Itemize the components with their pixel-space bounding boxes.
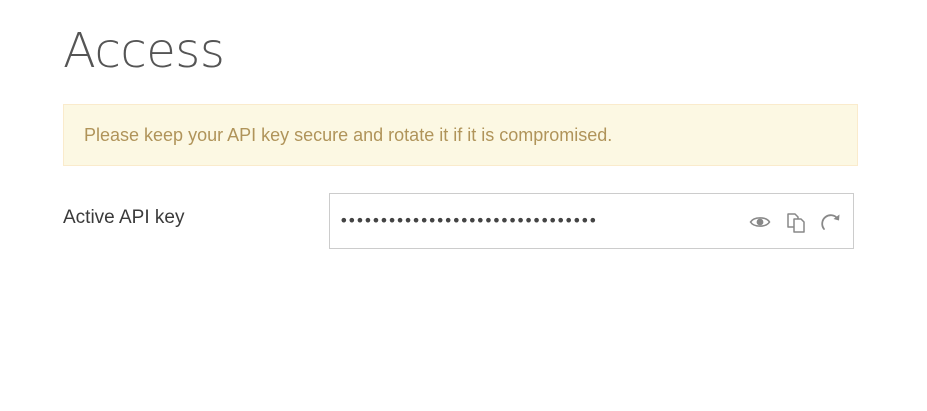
api-key-field[interactable]: •••••••••••••••••••••••••••••••• <box>329 193 854 249</box>
api-key-label: Active API key <box>63 207 185 228</box>
rotate-icon[interactable] <box>820 211 842 233</box>
api-key-masked-value[interactable]: •••••••••••••••••••••••••••••••• <box>339 207 598 235</box>
page-title: Access <box>63 23 225 79</box>
security-warning-alert: Please keep your API key secure and rota… <box>63 104 858 166</box>
copy-icon[interactable] <box>785 211 807 233</box>
eye-icon[interactable] <box>749 211 771 233</box>
alert-message: Please keep your API key secure and rota… <box>84 125 613 145</box>
